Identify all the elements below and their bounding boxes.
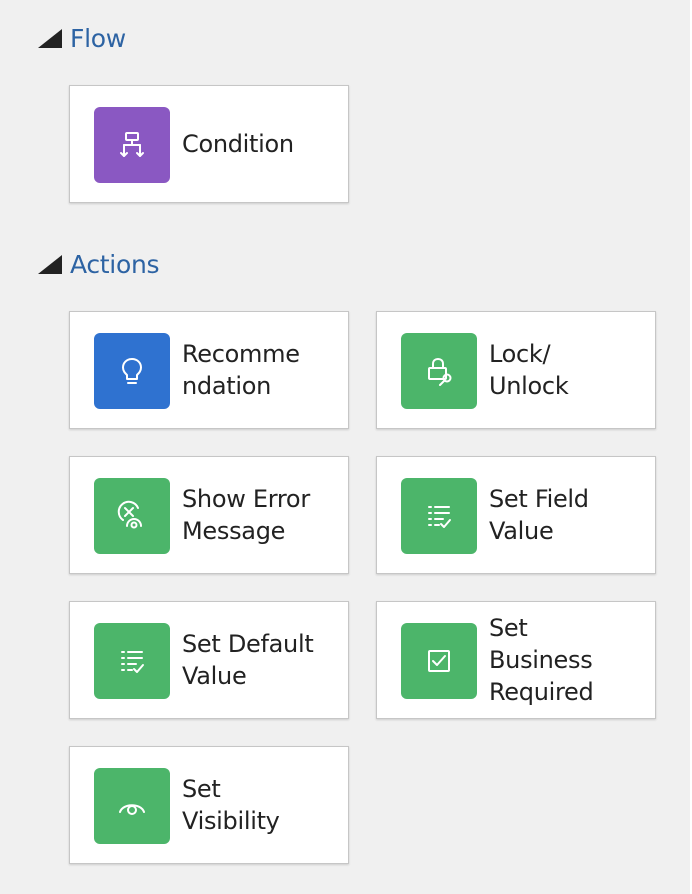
condition-label: Condition	[182, 130, 294, 158]
set-business-required-tile[interactable]: Set Business Required	[376, 601, 656, 719]
toolbox-panel: Flow Condition Actions Recomme ndation L…	[0, 0, 690, 894]
eye-icon	[94, 768, 170, 844]
show-error-message-tile[interactable]: Show Error Message	[69, 456, 349, 574]
lock-unlock-icon	[401, 333, 477, 409]
set-default-value-label: Set Default Value	[182, 630, 314, 690]
lock-unlock-label: Lock/ Unlock	[489, 340, 569, 400]
collapse-triangle-icon[interactable]	[38, 255, 62, 274]
condition-icon	[94, 107, 170, 183]
lightbulb-icon	[94, 333, 170, 409]
flow-section-title: Flow	[70, 24, 126, 53]
error-message-icon	[94, 478, 170, 554]
actions-section-title: Actions	[70, 250, 160, 279]
condition-tile[interactable]: Condition	[69, 85, 349, 203]
recommendation-label: Recomme ndation	[182, 340, 300, 400]
collapse-triangle-icon[interactable]	[38, 29, 62, 48]
field-list-icon	[401, 478, 477, 554]
recommendation-tile[interactable]: Recomme ndation	[69, 311, 349, 429]
set-visibility-tile[interactable]: Set Visibility	[69, 746, 349, 864]
show-error-message-label: Show Error Message	[182, 485, 310, 545]
flow-section-header[interactable]: Flow	[38, 24, 126, 53]
set-visibility-label: Set Visibility	[182, 775, 280, 835]
checkbox-icon	[401, 623, 477, 699]
default-list-icon	[94, 623, 170, 699]
set-business-required-label: Set Business Required	[489, 614, 594, 706]
lock-unlock-tile[interactable]: Lock/ Unlock	[376, 311, 656, 429]
set-field-value-tile[interactable]: Set Field Value	[376, 456, 656, 574]
actions-section-header[interactable]: Actions	[38, 250, 160, 279]
set-default-value-tile[interactable]: Set Default Value	[69, 601, 349, 719]
set-field-value-label: Set Field Value	[489, 485, 589, 545]
